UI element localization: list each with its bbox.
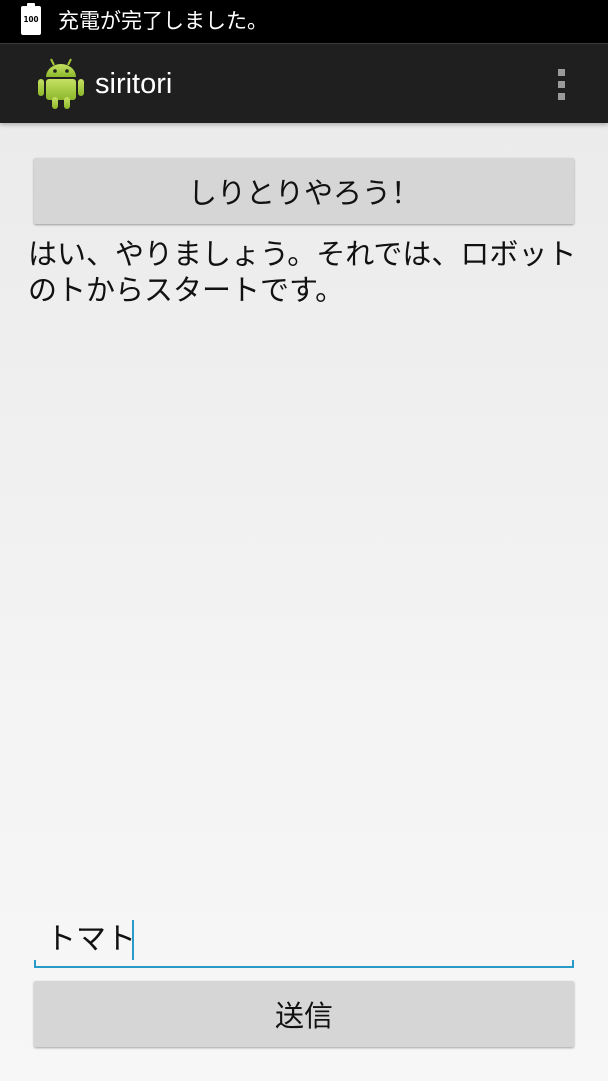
- notification-text: 充電が完了しました。: [58, 9, 268, 33]
- overflow-menu-icon[interactable]: [548, 62, 574, 106]
- status-bar: 100 充電が完了しました。: [0, 0, 608, 43]
- action-bar: siritori: [0, 43, 608, 123]
- word-input-value[interactable]: トマト: [46, 920, 136, 960]
- send-button[interactable]: 送信: [34, 981, 574, 1047]
- android-robot-icon: [38, 58, 84, 109]
- battery-level: 100: [23, 15, 39, 24]
- app-title: siritori: [95, 68, 173, 100]
- reply-text: はい、やりましょう。それでは、ロボットのトからスタートです。: [28, 237, 577, 307]
- battery-icon: 100: [21, 3, 41, 35]
- start-siritori-button[interactable]: しりとりやろう！: [34, 158, 574, 224]
- word-input[interactable]: トマト: [34, 912, 574, 968]
- text-cursor: [132, 920, 134, 960]
